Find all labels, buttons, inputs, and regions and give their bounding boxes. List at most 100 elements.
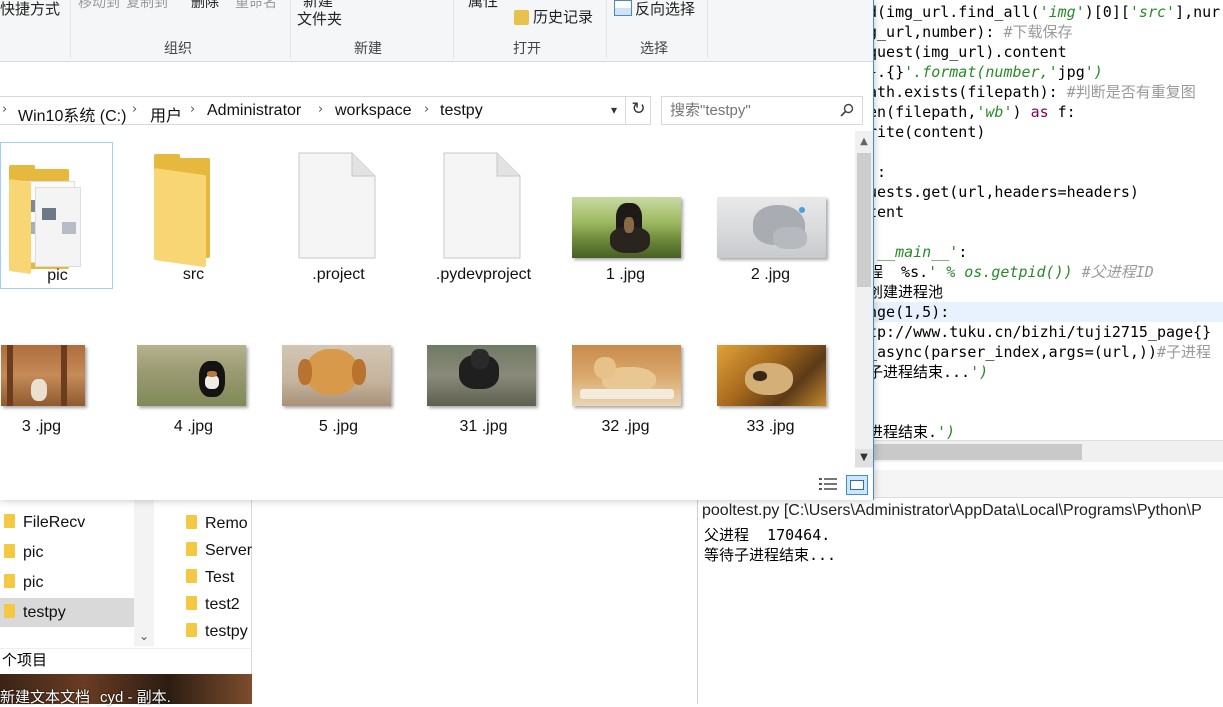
move-to-button[interactable]: 移动到 xyxy=(78,0,120,12)
ribbon-spacer xyxy=(0,63,873,91)
folder-icon xyxy=(186,568,197,583)
list-item[interactable]: Server xyxy=(186,537,252,565)
list-item[interactable]: test2 xyxy=(186,591,240,619)
item-label: .pydevproject xyxy=(435,266,532,283)
delete-button[interactable]: 删除 xyxy=(191,0,219,12)
file-item-pydevproject[interactable]: .pydevproject xyxy=(427,142,540,289)
list-item-label: Remo xyxy=(205,515,248,532)
list-item[interactable]: Test xyxy=(186,564,234,592)
nav-item-pic[interactable]: pic xyxy=(4,569,43,597)
ribbon: 快捷方式 移动到 复制到 删除 重命名 组织 新建 文件夹 新建 属性 历史记录… xyxy=(0,0,873,62)
code-line: quest(img_url).content xyxy=(868,43,1067,61)
rename-button[interactable]: 重命名 xyxy=(235,0,277,12)
shortcut-button[interactable]: 快捷方式 xyxy=(0,0,60,19)
scroll-thumb[interactable] xyxy=(857,153,871,287)
chevron-down-icon[interactable]: ▾ xyxy=(604,96,624,125)
code-line: 程 %s.' % os.getpid()) #父进程ID xyxy=(868,263,1154,281)
history-button[interactable]: 历史记录 xyxy=(514,6,593,27)
address-bar[interactable]: › Win10系统 (C:) › 用户 › Administrator › wo… xyxy=(0,96,651,125)
image-item[interactable]: 33 .jpg xyxy=(714,326,827,468)
image-item[interactable]: 4 .jpg xyxy=(137,326,250,468)
new-folder-button-line2[interactable]: 文件夹 xyxy=(297,8,342,29)
nav-item-testpy[interactable]: testpy xyxy=(4,599,66,627)
group-label-open: 打开 xyxy=(513,40,541,56)
invert-selection-button[interactable]: 反向选择 xyxy=(614,0,695,19)
chevron-right-icon: › xyxy=(132,102,138,117)
file-grid[interactable]: pic src .project .pydevproject 1 .jpg 2 … xyxy=(0,131,855,468)
image-thumbnail xyxy=(572,197,681,258)
scroll-up-icon[interactable]: ▲ xyxy=(855,135,873,149)
breadcrumb-administrator[interactable]: Administrator xyxy=(207,102,301,120)
group-label-select: 选择 xyxy=(640,40,668,56)
code-line: rite(content) xyxy=(868,123,986,141)
search-box[interactable] xyxy=(661,96,863,125)
image-item[interactable]: 2 .jpg xyxy=(714,142,827,289)
ribbon-separator xyxy=(707,0,708,58)
console-title: pooltest.py [C:\Users\Administrator\AppD… xyxy=(702,502,1202,519)
code-line: }.{}'.format(number,'jpg') xyxy=(868,63,1103,81)
chevron-right-icon: › xyxy=(190,102,196,117)
image-item[interactable]: 31 .jpg xyxy=(427,326,540,468)
invert-selection-icon xyxy=(614,0,632,17)
properties-button[interactable]: 属性 xyxy=(468,0,498,11)
large-icons-view-icon[interactable] xyxy=(846,475,868,495)
vertical-scrollbar[interactable]: ▲ ▼ xyxy=(855,131,873,468)
background-explorer: FileRecv pic pic testpy ⌄ Remo Server Te… xyxy=(0,480,252,706)
list-item[interactable]: testpy xyxy=(186,618,248,646)
search-input[interactable] xyxy=(662,97,832,124)
breadcrumb-users[interactable]: 用户 xyxy=(150,102,182,126)
image-thumbnail xyxy=(717,345,826,406)
image-item[interactable]: 3 .jpg xyxy=(0,326,98,468)
code-editor[interactable]: d(img_url.find_all('img')[0]['src'],nur g… xyxy=(860,0,1223,480)
folder-icon xyxy=(4,603,15,618)
file-icon xyxy=(298,152,376,259)
breadcrumb-drive[interactable]: Win10系统 (C:) xyxy=(18,102,126,126)
code-line: tp://www.tuku.cn/bizhi/tuji2715_page{} xyxy=(868,323,1212,341)
image-item[interactable]: 1 .jpg xyxy=(569,142,682,289)
item-label: 5 .jpg xyxy=(318,418,359,435)
editor-horizontal-scrollbar[interactable] xyxy=(860,440,1223,462)
image-item[interactable]: 32 .jpg xyxy=(569,326,682,468)
console-panel[interactable]: pooltest.py [C:\Users\Administrator\AppD… xyxy=(697,498,1223,704)
chevron-right-icon: › xyxy=(424,102,430,117)
list-item-label: testpy xyxy=(205,623,248,640)
details-view-icon[interactable] xyxy=(818,476,838,494)
folder-item-pic[interactable]: pic xyxy=(0,142,113,289)
item-count-status: 个项目 xyxy=(0,648,252,672)
copy-to-button[interactable]: 复制到 xyxy=(126,0,168,12)
breadcrumb-testpy[interactable]: testpy xyxy=(440,102,483,120)
nav-item-pic[interactable]: pic xyxy=(4,539,43,567)
file-icon xyxy=(443,152,521,259)
refresh-icon[interactable]: ↻ xyxy=(625,96,651,125)
item-label: 33 .jpg xyxy=(746,418,795,435)
editor-scroll-thumb[interactable] xyxy=(860,444,1082,460)
desktop-strip: 新建文本文档 cyd - 副本. xyxy=(0,674,252,706)
folder-icon xyxy=(4,543,15,558)
item-label: 1 .jpg xyxy=(605,266,646,283)
ribbon-separator xyxy=(70,0,71,58)
code-line: 进程结束.') xyxy=(868,423,956,441)
nav-item-filerecv[interactable]: FileRecv xyxy=(4,509,85,537)
image-item[interactable]: 5 .jpg xyxy=(282,326,395,468)
status-bar xyxy=(0,470,873,500)
image-thumbnail xyxy=(427,345,536,406)
folder-item-src[interactable]: src xyxy=(137,142,250,289)
breadcrumb-workspace[interactable]: workspace xyxy=(335,102,411,120)
nav-scrollbar[interactable] xyxy=(134,496,154,646)
chevron-right-icon: › xyxy=(318,102,324,117)
list-item-label: Server xyxy=(205,542,253,559)
scroll-down-icon[interactable]: ▼ xyxy=(855,449,873,467)
ribbon-separator xyxy=(453,0,454,58)
file-item-project[interactable]: .project xyxy=(282,142,395,289)
code-line: 创建进程池 xyxy=(868,283,944,301)
image-thumbnail xyxy=(137,345,246,406)
history-label: 历史记录 xyxy=(533,9,594,26)
console-line: 等待子进程结束... xyxy=(704,546,837,564)
console-line: 父进程 170464. xyxy=(704,526,831,544)
item-label: 31 .jpg xyxy=(459,418,508,435)
scroll-down-icon[interactable]: ⌄ xyxy=(134,626,154,646)
nav-item-label: pic xyxy=(23,544,44,561)
code-line: en(filepath,'wb') as f: xyxy=(868,103,1076,121)
list-item[interactable]: Remo xyxy=(186,510,248,538)
search-icon[interactable] xyxy=(840,103,854,117)
